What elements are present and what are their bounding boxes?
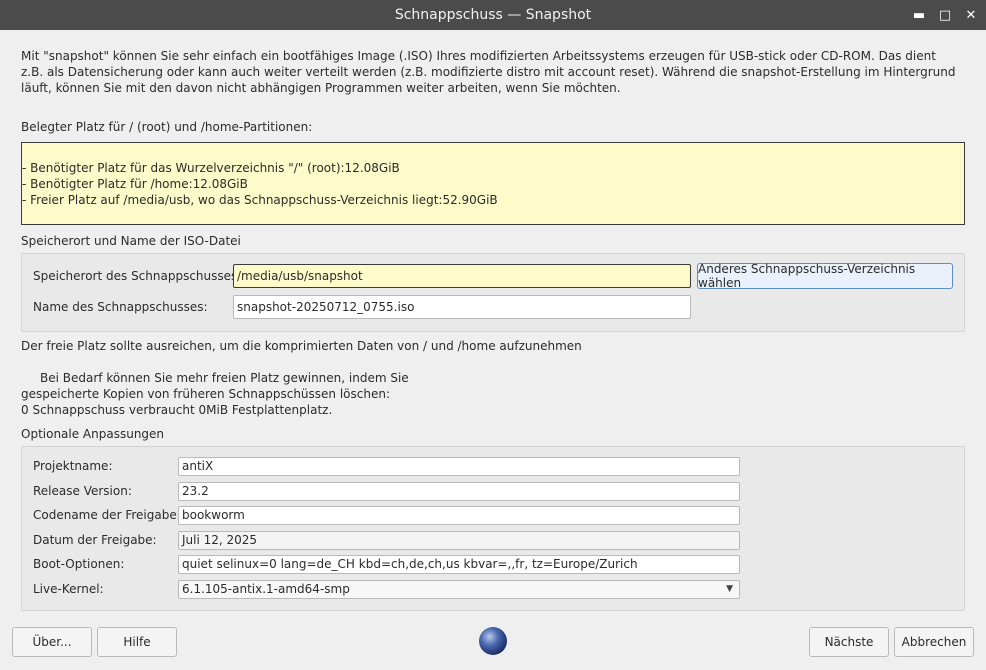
kernel-label: Live-Kernel: [33,582,104,596]
date-label: Datum der Freigabe: [33,533,157,547]
more-space-line2: gespeicherte Kopien von früheren Schnapp… [21,387,391,401]
boot-options-label: Boot-Optionen: [33,557,125,571]
window-title: Schnappschuss — Snapshot [394,7,592,23]
kernel-select-value: 6.1.105-antix.1-amd64-smp [182,582,350,596]
date-field[interactable]: Juli 12, 2025 [178,531,740,550]
close-icon[interactable]: ✕ [962,6,980,24]
about-button[interactable]: Über... [12,627,92,657]
location-heading: Speicherort und Name der ISO-Datei [21,234,241,248]
chevron-down-icon[interactable]: ▼ [726,581,733,598]
snapshot-dir-label: Speicherort des Schnappschusses: [33,269,242,283]
snapshot-name-field[interactable]: snapshot-20250712_0755.iso [233,295,691,319]
window-titlebar: Schnappschuss — Snapshot ▬ □ ✕ [0,0,986,30]
release-label: Release Version: [33,484,132,498]
snapshot-name-label: Name des Schnappschusses: [33,300,208,314]
space-free-line: - Freier Platz auf /media/usb, wo das Sc… [22,193,498,207]
codename-label: Codename der Freigabe: [33,508,181,522]
more-space-line1: Bei Bedarf können Sie mehr freien Platz … [40,371,409,385]
kernel-select[interactable]: 6.1.105-antix.1-amd64-smp ▼ [178,580,740,599]
space-root-line: - Benötigter Platz für das Wurzelverzeic… [22,161,400,175]
codename-field[interactable]: bookworm [178,506,740,525]
minimize-icon[interactable]: ▬ [910,6,928,24]
space-home-line: - Benötigter Platz für /home:12.08GiB [22,177,248,191]
free-space-note: Der freie Platz sollte ausreichen, um di… [21,339,582,353]
space-info-box: - Benötigter Platz für das Wurzelverzeic… [21,142,965,225]
snapshot-count: 0 Schnappschuss verbraucht 0MiB Festplat… [21,403,333,417]
next-button[interactable]: Nächste [809,627,889,657]
project-label: Projektname: [33,459,113,473]
release-field[interactable]: 23.2 [178,482,740,501]
boot-options-field[interactable]: quiet selinux=0 lang=de_CH kbd=ch,de,ch,… [178,555,740,574]
cancel-button[interactable]: Abbrechen [894,627,974,657]
window-controls: ▬ □ ✕ [910,0,980,30]
help-button[interactable]: Hilfe [97,627,177,657]
project-field[interactable]: antiX [178,457,740,476]
globe-icon [479,627,507,655]
maximize-icon[interactable]: □ [936,6,954,24]
options-heading: Optionale Anpassungen [21,427,165,441]
space-heading: Belegter Platz für / (root) und /home-Pa… [21,120,313,134]
intro-text: Mit "snapshot" können Sie sehr einfach e… [21,49,956,95]
snapshot-dir-field[interactable]: /media/usb/snapshot [233,264,691,288]
choose-dir-button[interactable]: Anderes Schnappschuss-Verzeichnis wählen [697,262,953,290]
